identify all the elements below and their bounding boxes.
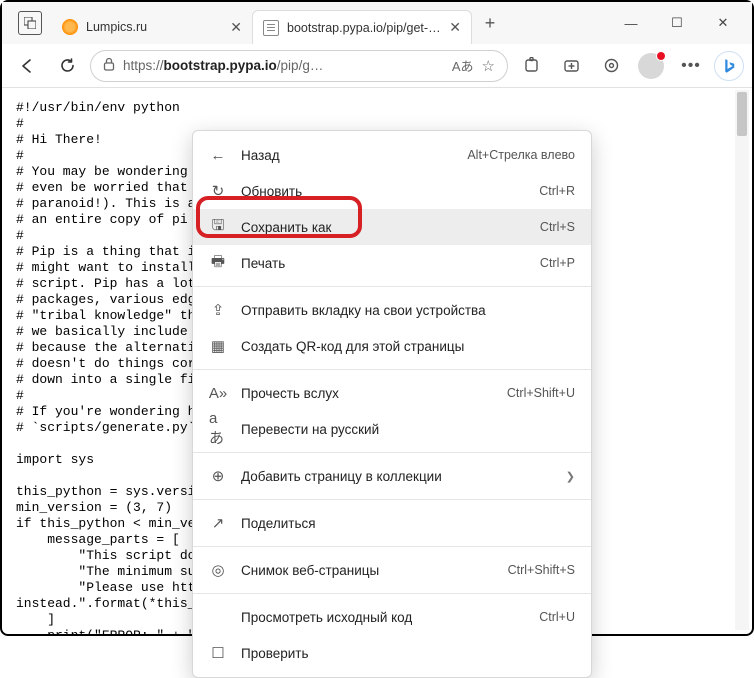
menu-view-source[interactable]: Просмотреть исходный код Ctrl+U [193,599,591,635]
menu-separator [193,546,591,547]
menu-item-label: Назад [241,148,453,163]
close-window-button[interactable]: ✕ [700,7,746,39]
menu-shortcut: Ctrl+U [539,610,575,624]
menu-shortcut: Ctrl+Shift+U [507,386,575,400]
url-text: https://bootstrap.pypa.io/pip/g… [123,58,444,73]
tab-0[interactable]: Lumpics.ru ✕ [52,10,252,44]
menu-item-label: Просмотреть исходный код [241,610,525,625]
refresh-button[interactable] [50,49,84,83]
menu-item-label: Добавить страницу в коллекции [241,469,546,484]
toolbar-extra-icon[interactable] [594,49,628,83]
tab-actions-icon[interactable] [18,11,42,35]
menu-web-capture[interactable]: ◎ Снимок веб-страницы Ctrl+Shift+S [193,552,591,588]
close-tab-icon[interactable]: ✕ [449,19,461,36]
save-as-icon: 🖫 [209,215,227,240]
minimize-button[interactable]: ― [608,7,654,39]
extensions-icon[interactable] [514,49,548,83]
menu-item-label: Прочесть вслух [241,386,493,401]
lock-icon [103,57,115,74]
menu-item-label: Перевести на русский [241,422,575,437]
menu-create-qr[interactable]: ▦ Создать QR-код для этой страницы [193,328,591,364]
menu-send-to-devices[interactable]: ⇪ Отправить вкладку на свои устройства [193,292,591,328]
close-tab-icon[interactable]: ✕ [230,19,242,36]
tab-label: bootstrap.pypa.io/pip/get-pi… [287,21,441,35]
profile-button[interactable] [634,49,668,83]
inspect-icon: ☐ [209,644,227,662]
menu-item-label: Создать QR-код для этой страницы [241,339,575,354]
reload-icon: ↻ [209,182,227,200]
read-aloud-icon: A» [209,385,227,402]
tab-1[interactable]: bootstrap.pypa.io/pip/get-pi… ✕ [252,10,472,44]
menu-save-as[interactable]: 🖫 Сохранить как Ctrl+S [193,209,591,245]
menu-item-label: Отправить вкладку на свои устройства [241,303,575,318]
menu-separator [193,286,591,287]
menu-item-label: Обновить [241,184,525,199]
print-icon: 🖶 [209,251,227,276]
maximize-button[interactable]: ☐ [654,7,700,39]
menu-item-label: Сохранить как [241,220,526,235]
menu-separator [193,452,591,453]
favorite-icon[interactable]: ☆ [482,57,495,75]
menu-separator [193,593,591,594]
menu-back[interactable]: ← Назад Alt+Стрелка влево [193,137,591,173]
translate-icon: aあ [209,410,227,448]
menu-button[interactable]: ••• [674,49,708,83]
page-favicon [263,20,279,36]
menu-shortcut: Ctrl+R [539,184,575,198]
menu-shortcut: Ctrl+S [540,220,575,234]
new-tab-button[interactable]: + [476,9,504,37]
share-icon: ↗ [209,514,227,532]
scrollbar-thumb[interactable] [737,92,747,136]
context-menu: ← Назад Alt+Стрелка влево ↻ Обновить Ctrl+R 🖫 С… [192,130,592,678]
menu-separator [193,369,591,370]
menu-shortcut: Alt+Стрелка влево [467,148,575,162]
menu-item-label: Печать [241,256,526,271]
menu-inspect[interactable]: ☐ Проверить [193,635,591,671]
send-to-devices-icon: ⇪ [209,301,227,319]
menu-item-label: Проверить [241,646,575,661]
menu-add-to-collections[interactable]: ⊕ Добавить страницу в коллекции ❯ [193,458,591,494]
menu-share[interactable]: ↗ Поделиться [193,505,591,541]
window-controls: ― ☐ ✕ [608,7,746,39]
menu-item-label: Поделиться [241,516,575,531]
menu-separator [193,499,591,500]
create-qr-icon: ▦ [209,337,227,355]
address-bar[interactable]: https://bootstrap.pypa.io/pip/g… Aあ ☆ [90,50,508,82]
bing-sidebar-button[interactable] [714,51,744,81]
tab-label: Lumpics.ru [86,20,222,34]
toolbar: https://bootstrap.pypa.io/pip/g… Aあ ☆ ••… [2,44,752,88]
back-button[interactable] [10,49,44,83]
lumpics-favicon [62,19,78,35]
add-to-collections-icon: ⊕ [209,467,227,485]
menu-reload[interactable]: ↻ Обновить Ctrl+R [193,173,591,209]
menu-shortcut: Ctrl+P [540,256,575,270]
menu-read-aloud[interactable]: A» Прочесть вслух Ctrl+Shift+U [193,375,591,411]
back-icon: ← [209,147,227,164]
avatar-icon [638,53,664,79]
web-capture-icon: ◎ [209,561,227,579]
menu-shortcut: Ctrl+Shift+S [508,563,575,577]
menu-print[interactable]: 🖶 Печать Ctrl+P [193,245,591,281]
collections-icon[interactable] [554,49,588,83]
reading-mode-icon[interactable]: Aあ [452,56,474,75]
vertical-scrollbar[interactable] [735,90,749,630]
menu-translate[interactable]: aあ Перевести на русский [193,411,591,447]
menu-item-label: Снимок веб-страницы [241,563,494,578]
chevron-right-icon: ❯ [566,470,575,483]
titlebar: Lumpics.ru✕bootstrap.pypa.io/pip/get-pi…… [2,2,752,44]
